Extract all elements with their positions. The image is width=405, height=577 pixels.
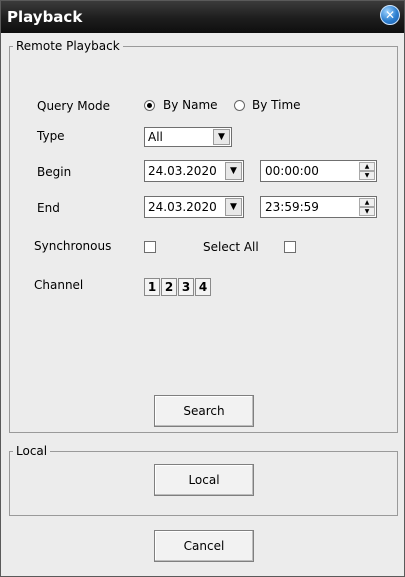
channel-button-4[interactable]: 4 xyxy=(195,278,211,296)
local-legend: Local xyxy=(16,444,48,458)
title-bar[interactable]: Playback ✕ xyxy=(1,1,404,33)
close-icon[interactable]: ✕ xyxy=(380,5,400,25)
type-select-value: All xyxy=(148,130,163,144)
begin-date-picker[interactable]: 24.03.2020 ▼ xyxy=(144,160,244,182)
channel-label: Channel xyxy=(34,278,84,292)
by-name-radio[interactable] xyxy=(144,100,155,111)
by-name-label[interactable]: By Name xyxy=(163,98,218,112)
playback-window: Playback ✕ Remote Playback Query Mode By… xyxy=(0,0,405,577)
chevron-down-icon[interactable]: ▼ xyxy=(213,129,230,145)
chevron-down-icon[interactable]: ▼ xyxy=(225,162,242,180)
end-date-value: 24.03.2020 xyxy=(148,200,217,214)
spin-up-icon[interactable]: ▲ xyxy=(359,198,375,207)
by-time-radio[interactable] xyxy=(234,100,245,111)
end-label: End xyxy=(37,201,60,215)
chevron-down-icon[interactable]: ▼ xyxy=(225,198,242,216)
synchronous-label: Synchronous xyxy=(34,239,112,253)
synchronous-checkbox[interactable] xyxy=(144,241,156,253)
spin-down-icon[interactable]: ▼ xyxy=(359,207,375,216)
search-button[interactable]: Search xyxy=(154,395,254,427)
begin-date-value: 24.03.2020 xyxy=(148,164,217,178)
cancel-button[interactable]: Cancel xyxy=(154,530,254,562)
end-time-field[interactable]: 23:59:59 ▲ ▼ xyxy=(260,196,377,218)
begin-time-field[interactable]: 00:00:00 ▲ ▼ xyxy=(260,160,377,182)
channel-button-3[interactable]: 3 xyxy=(178,278,194,296)
end-date-picker[interactable]: 24.03.2020 ▼ xyxy=(144,196,244,218)
channel-button-2[interactable]: 2 xyxy=(161,278,177,296)
remote-playback-legend: Remote Playback xyxy=(16,39,120,53)
begin-time-value: 00:00:00 xyxy=(265,164,319,178)
spin-down-icon[interactable]: ▼ xyxy=(359,171,375,180)
type-label: Type xyxy=(37,129,65,143)
select-all-checkbox[interactable] xyxy=(284,241,296,253)
window-title: Playback xyxy=(7,8,83,26)
channel-button-1[interactable]: 1 xyxy=(144,278,160,296)
local-button[interactable]: Local xyxy=(154,464,254,496)
begin-label: Begin xyxy=(37,165,72,179)
type-select[interactable]: All ▼ xyxy=(144,127,232,147)
spin-up-icon[interactable]: ▲ xyxy=(359,162,375,171)
select-all-label: Select All xyxy=(203,240,259,254)
by-time-label[interactable]: By Time xyxy=(252,98,301,112)
end-time-value: 23:59:59 xyxy=(265,200,319,214)
query-mode-label: Query Mode xyxy=(37,99,110,113)
